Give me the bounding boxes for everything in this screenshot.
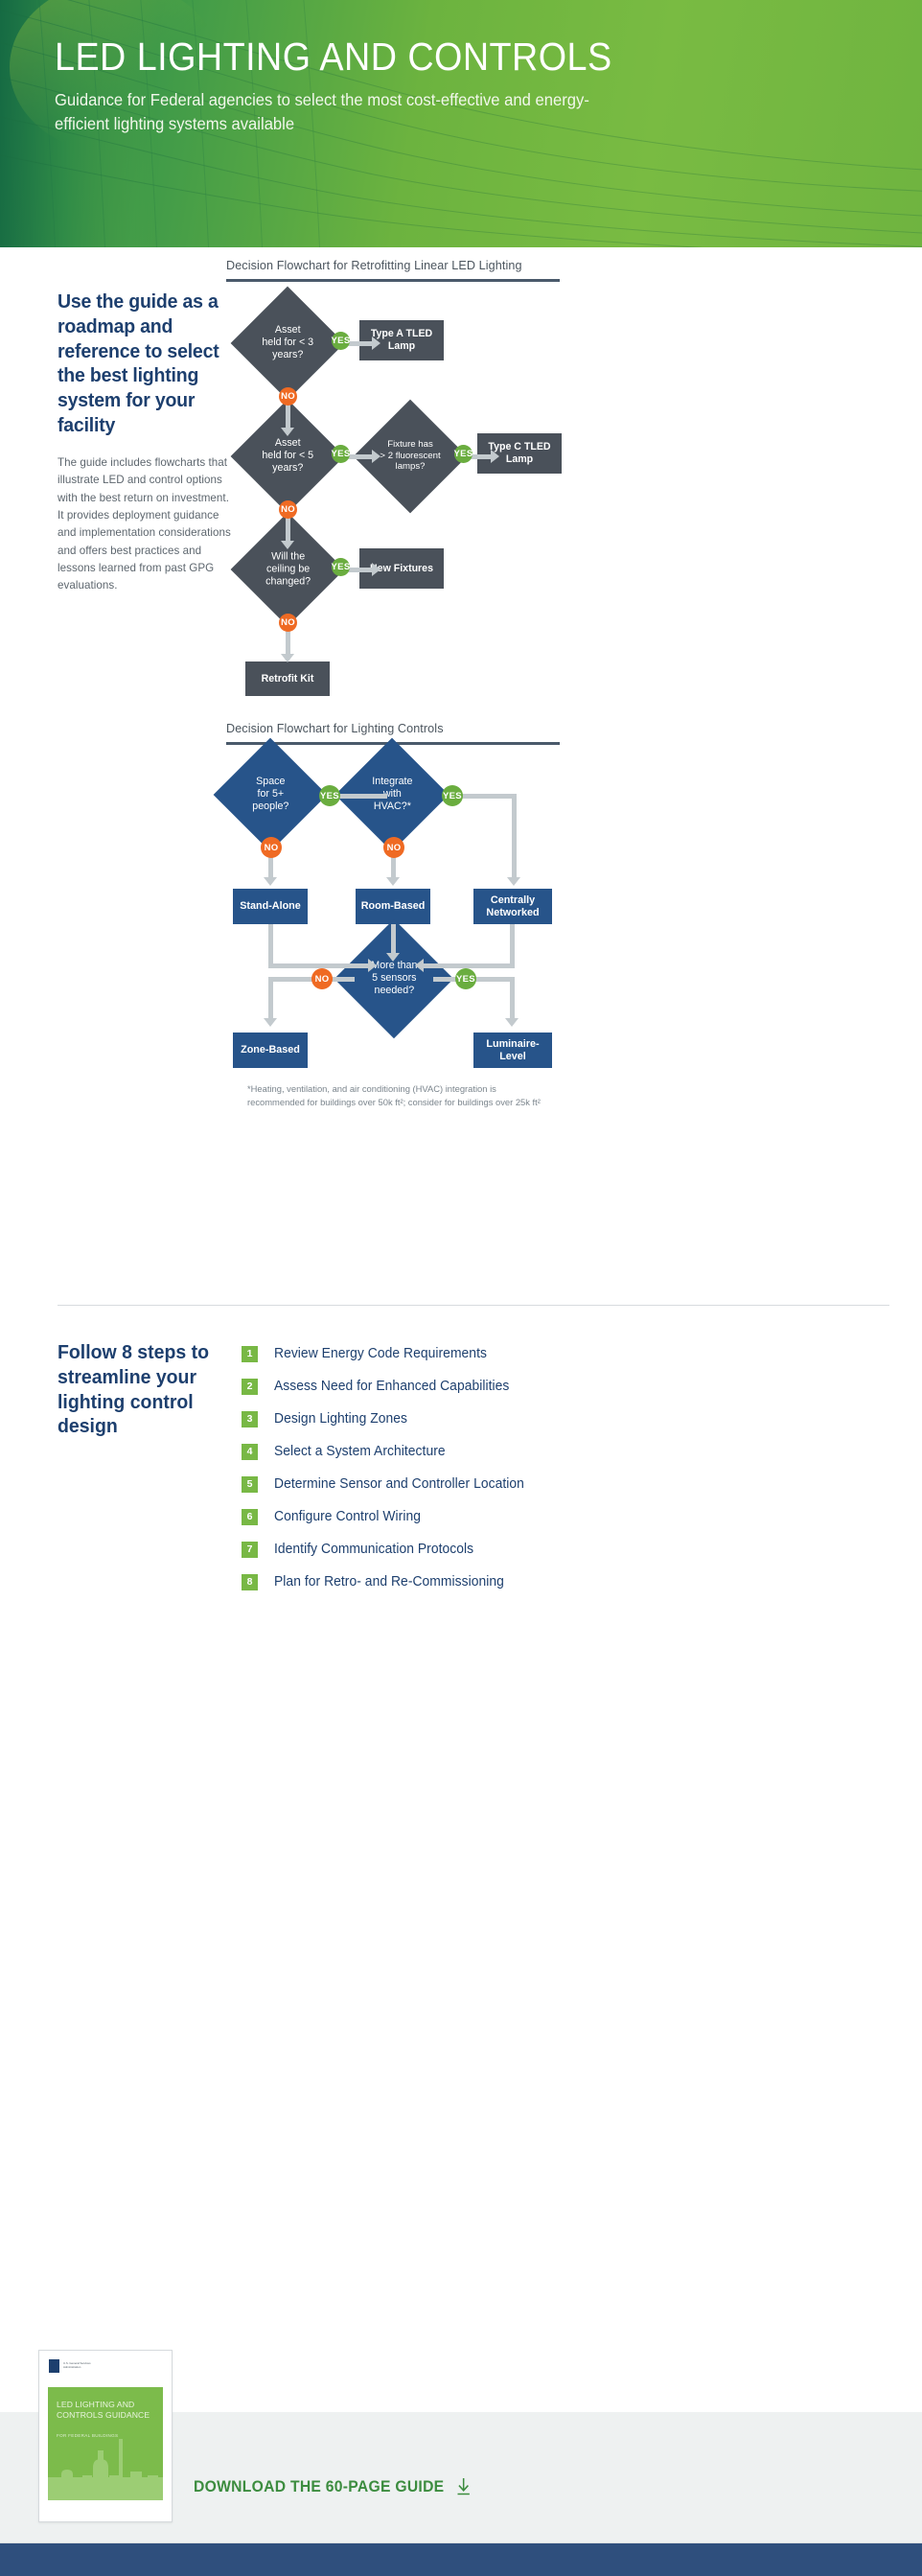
list-item[interactable]: 5 Determine Sensor and Controller Locati…: [242, 1473, 532, 1496]
page-body: Use the guide as a roadmap and reference…: [0, 247, 922, 2576]
connector-centrally-left: [424, 963, 515, 968]
hero-header: LED LIGHTING AND CONTROLS Guidance for F…: [0, 0, 922, 247]
content-panel: Use the guide as a roadmap and reference…: [21, 247, 901, 2088]
badge-yes-2: YES: [332, 445, 350, 463]
decision-space-for-5-people: Space for 5+ people?: [213, 737, 328, 852]
page-title: LED LIGHTING AND CONTROLS: [55, 35, 612, 79]
decision-asset-held-3-years: Asset held for < 3 years?: [230, 286, 345, 401]
list-item[interactable]: 6 Configure Control Wiring: [242, 1505, 532, 1528]
step-label: Plan for Retro- and Re-Commissioning: [274, 1574, 504, 1590]
badge-yes-c3: YES: [455, 968, 476, 989]
arrowhead-d2-no: [281, 541, 294, 549]
step-label: Determine Sensor and Controller Location: [274, 1476, 524, 1492]
step-label: Design Lighting Zones: [274, 1411, 408, 1427]
flowchart-retrofit-title: Decision Flowchart for Retrofitting Line…: [226, 259, 522, 272]
gsa-logo-mark: [49, 2359, 59, 2373]
flowchart-retrofit: Decision Flowchart for Retrofitting Line…: [226, 259, 562, 696]
download-arrow-icon: [456, 2477, 472, 2496]
arrowhead-c1-no: [264, 877, 277, 886]
arrowhead-d2-yes: [372, 450, 380, 463]
arrowhead-c2-no: [386, 877, 400, 886]
page-subtitle: Guidance for Federal agencies to select …: [55, 90, 589, 133]
result-retrofit-kit: Retrofit Kit: [245, 661, 330, 696]
flowchart-retrofit-canvas: Asset held for < 3 years? YES Type A TLE…: [226, 282, 562, 696]
badge-no-c1: NO: [261, 837, 282, 858]
flowchart-controls: Decision Flowchart for Lighting Controls…: [213, 722, 560, 1148]
connector-centrally-down: [510, 924, 515, 967]
badge-no-c2: NO: [383, 837, 404, 858]
connector-d3-no-down: [268, 977, 273, 1023]
arrowhead-zone-based: [264, 1018, 277, 1027]
download-label: DOWNLOAD THE 60-PAGE GUIDE: [194, 2477, 445, 2495]
badge-yes-4: YES: [332, 558, 350, 576]
intro-heading: Use the guide as a roadmap and reference…: [58, 290, 219, 437]
step-number: 6: [242, 1508, 258, 1525]
cover-subtitle: FOR FEDERAL BUILDINGS: [57, 2433, 119, 2438]
steps-heading: Follow 8 steps to streamline your lighti…: [58, 1341, 209, 1438]
result-stand-alone: Stand-Alone: [233, 889, 308, 924]
step-number: 5: [242, 1475, 258, 1493]
cover-title: LED LIGHTING AND CONTROLS GUIDANCE: [57, 2400, 150, 2420]
list-item[interactable]: 2 Assess Need for Enhanced Capabilities: [242, 1375, 532, 1398]
connector-roombased-down: [391, 924, 396, 955]
arrowhead-d4-yes: [372, 563, 380, 576]
step-number: 4: [242, 1443, 258, 1460]
arrowhead-d4-no: [281, 654, 294, 662]
step-label: Review Energy Code Requirements: [274, 1346, 487, 1361]
badge-yes-c1: YES: [319, 785, 340, 806]
badge-no-1: NO: [279, 387, 297, 406]
arrowhead-d1-yes: [372, 337, 380, 350]
cover-artwork: LED LIGHTING AND CONTROLS GUIDANCE FOR F…: [48, 2387, 163, 2500]
step-label: Assess Need for Enhanced Capabilities: [274, 1379, 510, 1394]
arrowhead-d3-yes: [491, 450, 499, 463]
step-number: 2: [242, 1378, 258, 1395]
result-centrally-networked: Centrally Networked: [473, 889, 552, 924]
arrowhead-d1-no: [281, 428, 294, 436]
connector-standalone-down: [268, 924, 273, 967]
arrowhead-into-d3-left: [368, 959, 377, 972]
result-luminaire-level: Luminaire- Level: [473, 1033, 552, 1068]
section-divider: [58, 1305, 889, 1306]
list-item[interactable]: 4 Select a System Architecture: [242, 1440, 532, 1463]
list-item[interactable]: 7 Identify Communication Protocols: [242, 1538, 532, 1561]
step-number: 3: [242, 1410, 258, 1427]
list-item[interactable]: 8 Plan for Retro- and Re-Commissioning: [242, 1570, 532, 1593]
download-guide-link[interactable]: DOWNLOAD THE 60-PAGE GUIDE: [194, 2477, 472, 2496]
badge-yes-3: YES: [454, 445, 473, 463]
step-label: Configure Control Wiring: [274, 1509, 422, 1524]
result-zone-based: Zone-Based: [233, 1033, 308, 1068]
skyline-illustration: [48, 2439, 163, 2500]
badge-no-3: NO: [279, 614, 297, 632]
step-number: 8: [242, 1573, 258, 1590]
flowchart-controls-canvas: Space for 5+ people? YES Integrate with …: [213, 737, 560, 1148]
connector-c2-yes-down: [512, 794, 517, 882]
intro-block: Use the guide as a roadmap and reference…: [58, 290, 235, 594]
gsa-logo-text: U.S. General Services Administration: [63, 2361, 91, 2369]
arrowhead-into-d3-top: [386, 953, 400, 962]
step-number: 1: [242, 1345, 258, 1362]
gsa-logo: U.S. General Services Administration: [49, 2359, 91, 2373]
steps-list: 1 Review Energy Code Requirements 2 Asse…: [242, 1342, 532, 1603]
list-item[interactable]: 3 Design Lighting Zones: [242, 1407, 532, 1430]
badge-no-2: NO: [279, 500, 297, 519]
badge-yes-1: YES: [332, 332, 350, 350]
step-label: Identify Communication Protocols: [274, 1542, 474, 1557]
connector-standalone-right: [268, 963, 368, 968]
badge-no-c3: NO: [311, 968, 333, 989]
guide-cover-thumbnail[interactable]: U.S. General Services Administration LED…: [38, 2350, 173, 2522]
intro-body: The guide includes flowcharts that illus…: [58, 455, 231, 592]
arrowhead-centrally: [507, 877, 520, 886]
hvac-footnote: *Heating, ventilation, and air condition…: [247, 1083, 541, 1108]
step-label: Select a System Architecture: [274, 1444, 446, 1459]
list-item[interactable]: 1 Review Energy Code Requirements: [242, 1342, 532, 1365]
bottom-bar: [0, 2543, 922, 2576]
step-number: 7: [242, 1541, 258, 1558]
arrowhead-into-d3-right: [415, 959, 424, 972]
badge-yes-c2: YES: [442, 785, 463, 806]
arrowhead-luminaire-level: [505, 1018, 519, 1027]
connector-d3-yes-down: [510, 977, 515, 1023]
